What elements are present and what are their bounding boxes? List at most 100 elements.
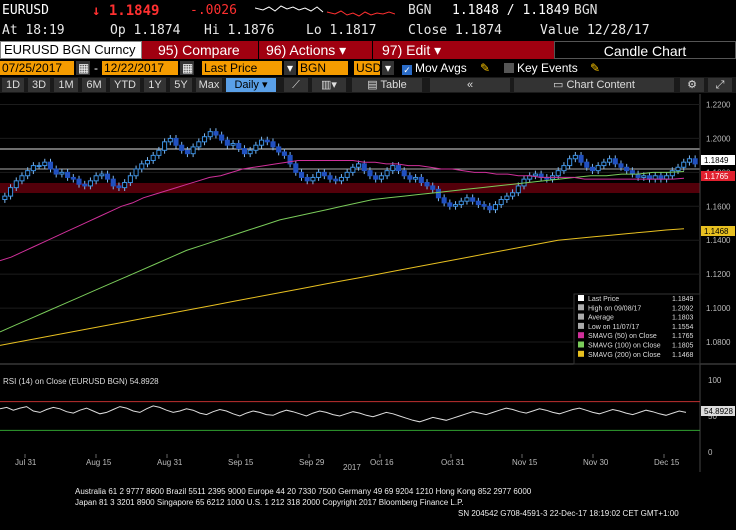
candle	[133, 168, 139, 177]
period-1m[interactable]: 1M	[54, 78, 78, 92]
candle	[59, 171, 65, 175]
candle	[618, 163, 624, 168]
candle	[686, 158, 692, 163]
candle	[589, 166, 596, 172]
candle	[407, 175, 413, 180]
legend-swatch	[578, 313, 584, 320]
key-events-toggle[interactable]: Key Events	[502, 61, 580, 75]
actions-button[interactable]: 96) Actions ▾	[266, 41, 346, 59]
range-bar: 07/25/2017 ▦ - 12/22/2017 ▦ Last Price ▾…	[0, 60, 736, 76]
period-5y[interactable]: 5Y	[170, 78, 192, 92]
y-tick-label: 1.1000	[706, 304, 731, 313]
time-at: At 18:19	[2, 23, 65, 38]
pencil-icon[interactable]: ✎	[478, 61, 492, 75]
candle	[110, 178, 116, 187]
candle	[475, 200, 481, 206]
pencil-icon[interactable]: ✎	[588, 61, 602, 75]
candle	[378, 175, 384, 180]
high-price: Hi 1.1876	[204, 23, 275, 38]
period-1y[interactable]: 1Y	[144, 78, 166, 92]
candle	[162, 141, 168, 151]
candle	[612, 158, 618, 165]
mov-avgs-toggle[interactable]: ✓ Mov Avgs	[400, 61, 469, 75]
candle	[481, 204, 487, 207]
candle	[601, 161, 607, 167]
candle	[2, 195, 8, 201]
period-6m[interactable]: 6M	[82, 78, 106, 92]
year-label: 2017	[343, 463, 361, 472]
end-date-input[interactable]: 12/22/2017	[102, 61, 178, 75]
candle	[99, 173, 105, 177]
y-tick-label: 1.0800	[706, 338, 731, 347]
candle	[247, 149, 253, 155]
edit-button[interactable]: 97) Edit ▾	[382, 41, 441, 59]
legend-label: Last Price	[588, 296, 619, 303]
candle	[595, 165, 601, 172]
candle	[458, 200, 464, 206]
candle	[287, 154, 293, 165]
dropdown-icon[interactable]: ▾	[284, 61, 296, 75]
candle	[236, 143, 242, 150]
candle	[629, 170, 635, 175]
security-field[interactable]: EURUSD BGN Curncy	[0, 41, 142, 59]
ticker-symbol[interactable]: EURUSD	[2, 3, 49, 18]
last-price: ↓ 1.1849	[92, 3, 160, 19]
legend-swatch	[578, 332, 584, 339]
price-source-2: BGN	[574, 3, 598, 18]
candle	[350, 166, 356, 173]
candle-chart[interactable]: 1.22001.20001.18001.16001.14001.12001.10…	[0, 94, 736, 472]
candle	[344, 171, 350, 178]
rsi-tick-label: 0	[708, 448, 713, 457]
candle	[127, 175, 133, 184]
currency-select[interactable]: USD	[354, 61, 381, 75]
calendar-icon[interactable]: ▦	[180, 61, 194, 75]
candle	[669, 170, 675, 177]
calendar-icon[interactable]: ▦	[76, 61, 90, 75]
x-tick-label: Nov 30	[583, 458, 609, 467]
footer-session: SN 204542 G708-4591-3 22-Dec-17 18:19:02…	[458, 509, 679, 518]
line-chart-icon[interactable]: ⟋	[284, 78, 308, 92]
legend-value: 1.1765	[672, 333, 694, 340]
price-change: -.0026	[190, 3, 237, 18]
x-tick-label: Oct 16	[370, 458, 394, 467]
candle	[259, 139, 265, 146]
candle	[555, 170, 561, 177]
sma200-tag-label: 1.1468	[704, 227, 729, 236]
period-ytd[interactable]: YTD	[110, 78, 140, 92]
candle	[367, 170, 373, 177]
period-max[interactable]: Max	[196, 78, 222, 92]
legend-value: 1.1849	[672, 296, 694, 303]
settings-icon[interactable]: ⚙	[680, 78, 704, 92]
rsi-tick-label: 100	[708, 376, 722, 385]
dropdown-icon[interactable]: ▾	[382, 61, 394, 75]
candle	[47, 161, 54, 170]
candle	[270, 141, 276, 148]
candle	[76, 178, 82, 185]
compare-button[interactable]: 95) Compare	[158, 41, 240, 59]
period-1d[interactable]: 1D	[2, 78, 24, 92]
start-date-input[interactable]: 07/25/2017	[0, 61, 74, 75]
quote-bar: EURUSD ↓ 1.1849 -.0026 BGN 1.1848 / 1.18…	[0, 0, 736, 22]
candle-type-icon[interactable]: ▥▾	[312, 78, 346, 92]
collapse-left-icon[interactable]: «	[430, 78, 510, 92]
legend-swatch	[578, 341, 584, 348]
chart-content-button[interactable]: ▭ Chart Content	[514, 78, 674, 92]
candle	[36, 165, 42, 168]
table-button[interactable]: ▤ Table	[352, 78, 422, 92]
source-select[interactable]: BGN	[298, 61, 348, 75]
frequency-label: Daily	[234, 79, 259, 91]
candle	[310, 176, 316, 182]
candle	[219, 134, 225, 141]
low-price: Lo 1.1817	[306, 23, 377, 38]
x-tick-label: Aug 31	[157, 458, 183, 467]
field-select[interactable]: Last Price	[202, 61, 282, 75]
frequency-select[interactable]: Daily ▾	[226, 78, 276, 92]
candle	[492, 204, 499, 211]
period-3d[interactable]: 3D	[28, 78, 50, 92]
candle	[207, 131, 213, 138]
candle	[430, 185, 436, 190]
candle	[401, 170, 407, 177]
expand-icon[interactable]: ⤢	[708, 78, 732, 92]
candle	[116, 185, 122, 189]
candle	[435, 188, 441, 199]
